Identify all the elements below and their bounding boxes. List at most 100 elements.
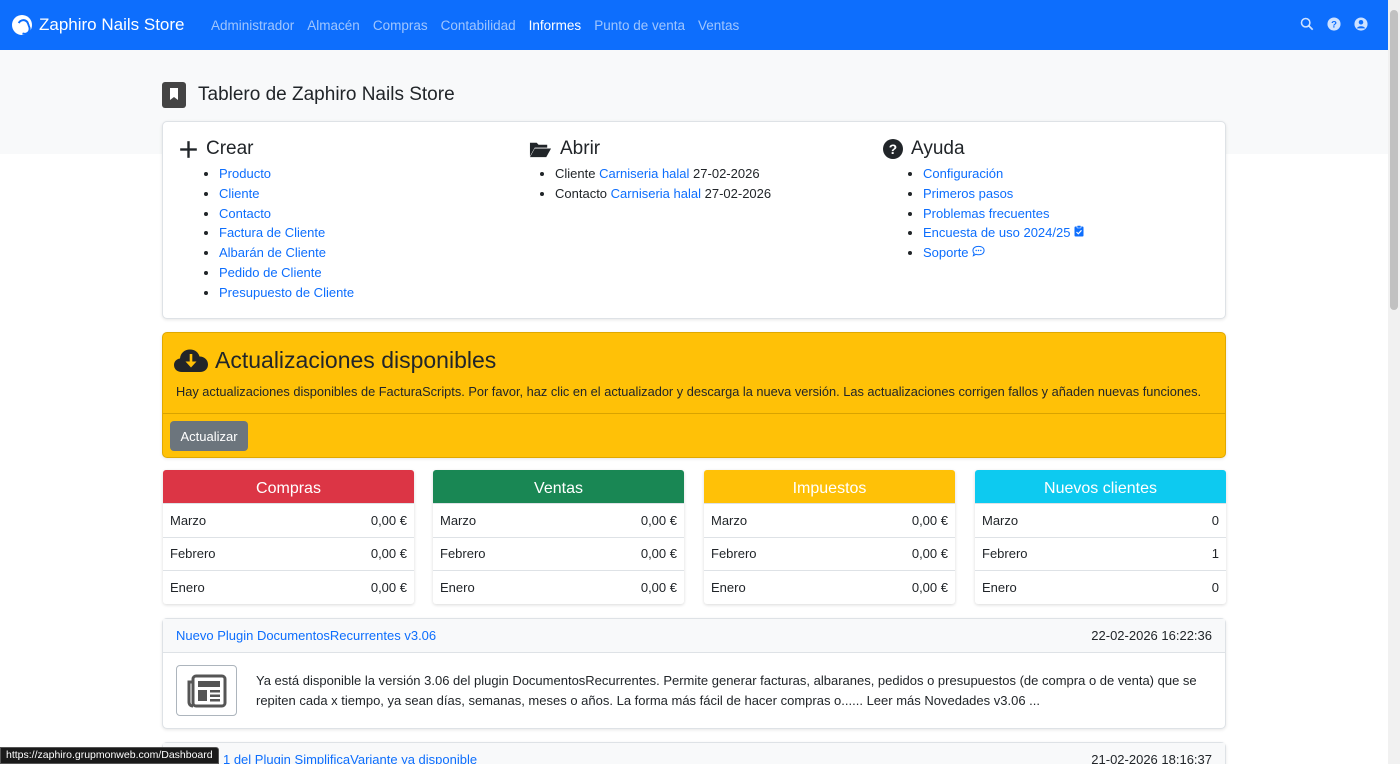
table-row: Febrero 0,00 € <box>433 536 684 571</box>
ayuda-soporte-link[interactable]: Soporte <box>923 245 985 260</box>
row-label: Enero <box>440 579 475 595</box>
nav-item-punto-de-venta[interactable]: Punto de venta <box>594 18 685 33</box>
plus-icon <box>179 140 198 159</box>
list-item: Soporte <box>923 243 1084 263</box>
news-title-link[interactable]: Versión 1 del Plugin SimplificaVariante … <box>176 752 477 764</box>
news-text: Ya está disponible la versión 3.06 del p… <box>256 673 1197 708</box>
stat-card-header: Ventas <box>433 470 684 503</box>
table-row: Enero 0,00 € <box>704 570 955 604</box>
crear-pedido-link[interactable]: Pedido de Cliente <box>219 265 322 280</box>
row-value: 0,00 € <box>911 579 948 595</box>
news-date: 21-02-2026 18:16:37 <box>1091 752 1212 764</box>
navbar-icons: ? <box>1300 17 1368 31</box>
list-item: Contacto Carniseria halal 27-02-2026 <box>555 184 771 204</box>
news-card: Versión 1 del Plugin SimplificaVariante … <box>162 742 1226 764</box>
crear-contacto-link[interactable]: Contacto <box>219 206 271 221</box>
row-value: 0,00 € <box>640 579 677 595</box>
abrir-heading: Abrir <box>529 138 771 160</box>
abrir-list: Cliente Carniseria halal 27-02-2026 Cont… <box>529 164 771 204</box>
crear-factura-link[interactable]: Factura de Cliente <box>219 225 325 240</box>
encuesta-label: Encuesta de uso 2024/25 <box>923 225 1071 241</box>
ayuda-configuracion-link[interactable]: Configuración <box>923 166 1003 181</box>
nav-item-administrador[interactable]: Administrador <box>211 18 294 33</box>
crear-column: Crear Producto Cliente Contacto Factura … <box>179 138 354 303</box>
ayuda-problemas-link[interactable]: Problemas frecuentes <box>923 206 1049 221</box>
nav-item-compras[interactable]: Compras <box>373 18 428 33</box>
updates-message: Hay actualizaciones disponibles de Factu… <box>176 384 1202 399</box>
stat-card-header: Impuestos <box>704 470 955 503</box>
news-date: 22-02-2026 16:22:36 <box>1091 628 1212 643</box>
ayuda-column: ? Ayuda Configuración Primeros pasos Pro… <box>883 138 1084 263</box>
row-value: 1 <box>1211 546 1219 562</box>
page-title: Tablero de Zaphiro Nails Store <box>198 84 455 105</box>
table-row: Febrero 1 <box>975 536 1226 571</box>
ayuda-heading: ? Ayuda <box>883 138 1084 160</box>
list-item: Contacto <box>219 204 354 224</box>
svg-text:?: ? <box>889 142 897 157</box>
crear-presupuesto-link[interactable]: Presupuesto de Cliente <box>219 285 354 300</box>
question-circle-icon: ? <box>883 139 903 159</box>
table-row: Febrero 0,00 € <box>704 536 955 571</box>
ayuda-encuesta-link[interactable]: Encuesta de uso 2024/25 <box>923 225 1084 240</box>
row-label: Febrero <box>440 546 486 562</box>
row-value: 0,00 € <box>370 546 407 562</box>
abrir-contacto-link[interactable]: Carniseria halal <box>611 186 701 201</box>
crear-albaran-link[interactable]: Albarán de Cliente <box>219 245 326 260</box>
row-value: 0,00 € <box>911 546 948 562</box>
abrir-item-prefix: Cliente <box>555 166 596 181</box>
row-label: Marzo <box>982 512 1019 528</box>
list-item: Problemas frecuentes <box>923 204 1084 224</box>
list-item: Primeros pasos <box>923 184 1084 204</box>
table-row: Marzo 0,00 € <box>433 503 684 537</box>
crear-cliente-link[interactable]: Cliente <box>219 186 259 201</box>
news-title-link[interactable]: Nuevo Plugin DocumentosRecurrentes v3.06 <box>176 628 436 643</box>
nav-item-ventas[interactable]: Ventas <box>698 18 739 33</box>
update-button[interactable]: Actualizar <box>170 421 248 451</box>
list-item: Cliente <box>219 184 354 204</box>
list-item: Presupuesto de Cliente <box>219 283 354 303</box>
table-row: Enero 0,00 € <box>163 570 414 604</box>
abrir-title: Abrir <box>560 138 601 159</box>
page-scrollbar[interactable] <box>1388 0 1400 764</box>
updates-heading: Actualizaciones disponibles <box>173 347 496 374</box>
row-label: Febrero <box>170 546 216 562</box>
updates-alert: Actualizaciones disponibles Hay actualiz… <box>162 332 1226 458</box>
page-header: Tablero de Zaphiro Nails Store <box>162 82 455 108</box>
table-row: Marzo 0 <box>975 503 1226 537</box>
crear-producto-link[interactable]: Producto <box>219 166 271 181</box>
table-row: Marzo 0,00 € <box>704 503 955 537</box>
table-row: Enero 0,00 € <box>433 570 684 604</box>
row-value: 0 <box>1211 512 1219 528</box>
row-value: 0,00 € <box>370 579 407 595</box>
abrir-item-date: 27-02-2026 <box>693 166 760 181</box>
abrir-item-date: 27-02-2026 <box>704 185 772 201</box>
crear-heading: Crear <box>179 138 354 160</box>
brand-link[interactable]: Zaphiro Nails Store <box>12 15 185 35</box>
brand-logo-icon <box>12 15 32 35</box>
help-icon[interactable]: ? <box>1327 17 1341 31</box>
cloud-download-icon <box>173 348 209 374</box>
scrollbar-thumb[interactable] <box>1390 10 1398 310</box>
nav-item-informes[interactable]: Informes <box>529 18 582 33</box>
nav-item-contabilidad[interactable]: Contabilidad <box>441 18 516 33</box>
svg-text:?: ? <box>1331 20 1337 31</box>
abrir-cliente-link[interactable]: Carniseria halal <box>599 166 689 181</box>
row-label: Enero <box>170 579 205 595</box>
clipboard-check-icon <box>1074 225 1084 237</box>
ayuda-primeros-pasos-link[interactable]: Primeros pasos <box>923 186 1013 201</box>
search-icon[interactable] <box>1300 17 1314 31</box>
list-item: Factura de Cliente <box>219 223 354 243</box>
top-navbar: Zaphiro Nails Store Administrador Almacé… <box>0 0 1388 50</box>
user-icon[interactable] <box>1354 17 1368 31</box>
row-label: Marzo <box>711 512 748 528</box>
crear-title: Crear <box>206 138 254 159</box>
stat-card-impuestos: Impuestos Marzo 0,00 € Febrero 0,00 € Ener… <box>704 470 955 604</box>
nav-item-almacen[interactable]: Almacén <box>307 18 360 33</box>
abrir-item-prefix: Contacto <box>555 185 608 201</box>
crear-list: Producto Cliente Contacto Factura de Cli… <box>179 164 354 303</box>
status-bar-url: https://zaphiro.grupmonweb.com/Dashboard <box>0 747 219 764</box>
row-label: Marzo <box>170 512 207 528</box>
row-value: 0,00 € <box>911 512 948 528</box>
chat-dots-icon <box>972 246 985 257</box>
ayuda-title: Ayuda <box>911 138 965 159</box>
